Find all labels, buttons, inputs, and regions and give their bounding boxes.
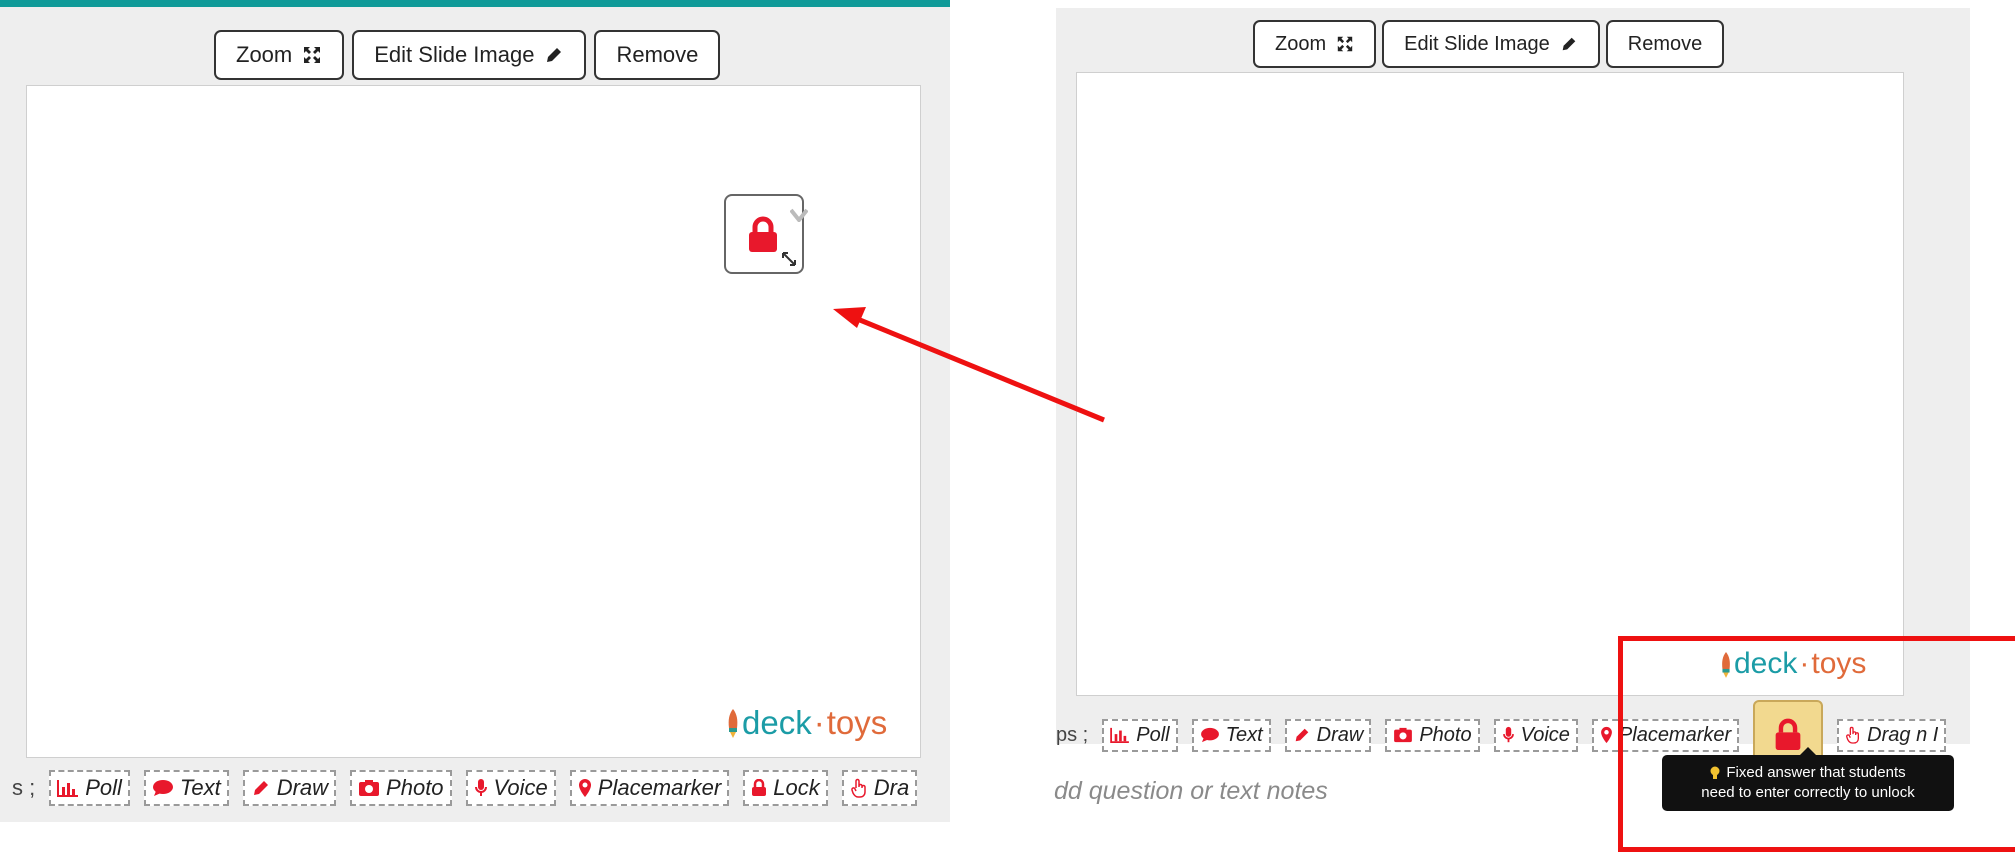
tool-draw[interactable]: Draw	[242, 770, 337, 806]
pencil-icon	[1562, 37, 1576, 51]
map-pin-icon	[1601, 726, 1612, 744]
pencil-icon	[253, 781, 268, 795]
bar-chart-icon	[1110, 727, 1130, 743]
tool-photo[interactable]: Photo	[350, 770, 452, 806]
tool-placemarker[interactable]: Placemarker	[569, 770, 730, 806]
tool-voice[interactable]: Voice	[1493, 718, 1578, 752]
tool-text[interactable]: Text	[1191, 718, 1271, 752]
remove-button[interactable]: Remove	[1605, 20, 1725, 68]
tool-lock[interactable]: Lock	[743, 770, 828, 806]
tool-text[interactable]: Text	[143, 770, 229, 806]
slide-canvas[interactable]: deck · toys	[26, 85, 921, 758]
lock-widget[interactable]	[724, 194, 808, 274]
remove-button[interactable]: Remove	[594, 30, 721, 80]
map-pin-icon	[578, 779, 591, 797]
expand-icon	[304, 47, 321, 63]
hand-pointer-icon	[850, 778, 866, 798]
edit-slide-image-button[interactable]: Edit Slide Image	[1382, 20, 1600, 68]
slide-actions: Zoom Edit Slide Image Remove	[1253, 20, 1725, 68]
resize-handle-icon[interactable]	[781, 251, 797, 267]
microphone-icon	[1502, 726, 1514, 743]
annotation-highlight-box	[1618, 636, 2015, 852]
speech-bubble-icon	[152, 780, 173, 796]
zoom-button[interactable]: Zoom	[214, 30, 345, 80]
left-slide-editor: Zoom Edit Slide Image Remove deck · toys…	[0, 0, 950, 822]
rocket-icon	[728, 709, 738, 738]
pencil-icon	[1295, 728, 1308, 742]
lock-icon	[752, 779, 767, 796]
tool-draw[interactable]: Draw	[1284, 718, 1372, 752]
tool-drag-n-drop[interactable]: Dra	[841, 770, 918, 806]
pencil-icon	[547, 48, 562, 62]
decktoys-logo: deck · toys	[724, 704, 887, 742]
lock-icon	[749, 216, 777, 252]
right-slide-editor: Zoom Edit Slide Image Remove	[1056, 8, 1970, 744]
expand-icon	[1337, 36, 1353, 52]
zoom-button[interactable]: Zoom	[1253, 20, 1377, 68]
question-notes-field[interactable]: dd question or text notes	[1054, 777, 1328, 806]
camera-icon	[359, 780, 380, 796]
edit-slide-image-button[interactable]: Edit Slide Image	[352, 30, 587, 80]
tool-voice[interactable]: Voice	[465, 770, 556, 806]
speech-bubble-icon	[1200, 727, 1219, 743]
camera-icon	[1394, 727, 1413, 743]
tool-poll[interactable]: Poll	[49, 770, 130, 806]
chevron-down-icon[interactable]	[790, 208, 808, 222]
activity-toolbar: s ; Poll Text Draw Photo Voice Placemark…	[12, 770, 950, 806]
tool-photo[interactable]: Photo	[1385, 718, 1480, 752]
slide-canvas[interactable]	[1076, 72, 1904, 696]
microphone-icon	[474, 779, 487, 796]
bar-chart-icon	[57, 780, 79, 797]
tool-poll[interactable]: Poll	[1102, 718, 1178, 752]
slide-actions: Zoom Edit Slide Image Remove	[214, 30, 721, 80]
